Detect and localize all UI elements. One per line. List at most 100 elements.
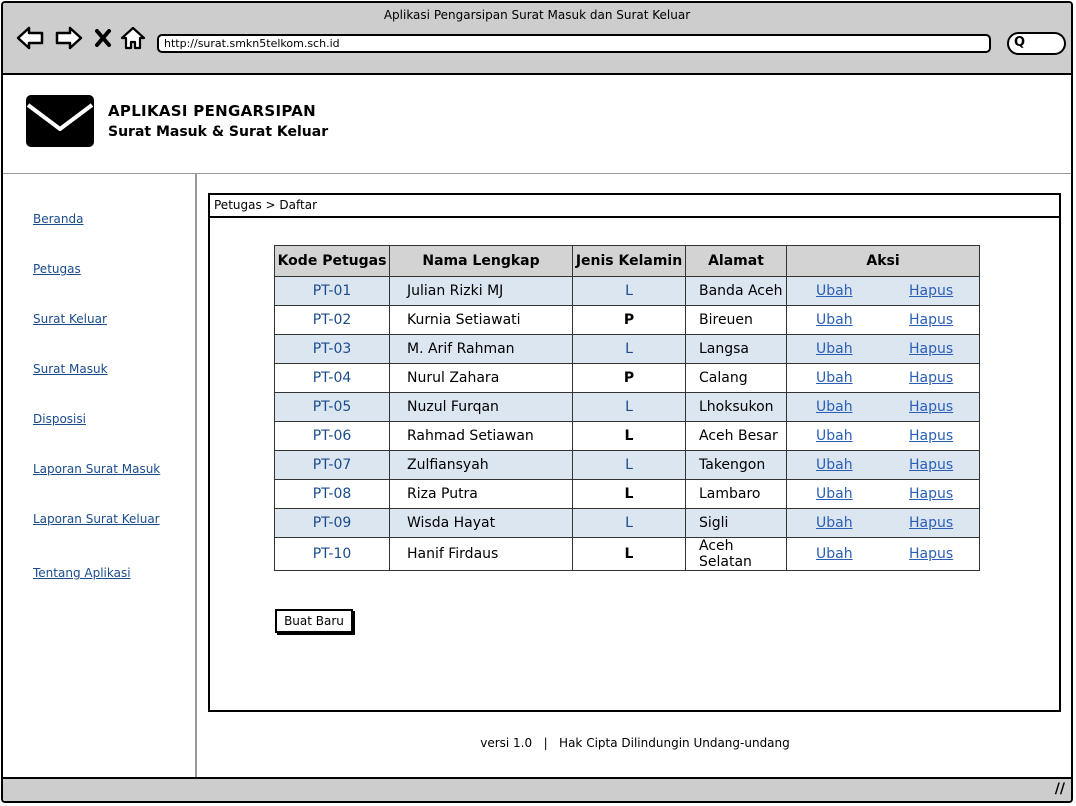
resize-grip-icon[interactable]: // — [1055, 781, 1065, 797]
home-icon[interactable] — [120, 25, 146, 51]
table-row: PT-05 Nuzul Furqan L Lhoksukon Ubah Hapus — [274, 392, 980, 422]
cell-aksi: Ubah Hapus — [786, 537, 980, 571]
cell-jenis-kelamin: L — [572, 508, 686, 538]
cell-alamat: Bireuen — [685, 305, 787, 335]
cell-jenis-kelamin: L — [572, 392, 686, 422]
cell-jenis-kelamin: L — [572, 421, 686, 451]
table-row: PT-10 Hanif Firdaus L Aceh Selatan Ubah Hapus — [274, 537, 980, 571]
sidebar-item-laporan-surat-keluar[interactable]: Laporan Surat Keluar — [33, 512, 160, 526]
ubah-link[interactable]: Ubah — [816, 370, 853, 386]
ubah-link[interactable]: Ubah — [816, 457, 853, 473]
cell-kode: PT-01 — [274, 276, 390, 306]
column-header-alamat: Alamat — [685, 245, 787, 277]
ubah-link[interactable]: Ubah — [816, 546, 853, 562]
hapus-link[interactable]: Hapus — [909, 515, 953, 531]
column-header-nama: Nama Lengkap — [389, 245, 573, 277]
hapus-link[interactable]: Hapus — [909, 370, 953, 386]
cell-jenis-kelamin: L — [572, 479, 686, 509]
cell-kode: PT-05 — [274, 392, 390, 422]
ubah-link[interactable]: Ubah — [816, 312, 853, 328]
cell-nama: M. Arif Rahman — [389, 334, 573, 364]
cell-alamat: Lambaro — [685, 479, 787, 509]
cell-kode: PT-08 — [274, 479, 390, 509]
cell-nama: Rahmad Setiawan — [389, 421, 573, 451]
close-x-icon[interactable] — [93, 25, 113, 51]
hapus-link[interactable]: Hapus — [909, 546, 953, 562]
cell-alamat: Banda Aceh — [685, 276, 787, 306]
cell-jenis-kelamin: L — [572, 450, 686, 480]
cell-aksi: Ubah Hapus — [786, 450, 980, 480]
cell-aksi: Ubah Hapus — [786, 334, 980, 364]
footer-text: versi 1.0 | Hak Cipta Dilindungin Undang… — [480, 736, 790, 750]
cell-alamat: Lhoksukon — [685, 392, 787, 422]
cell-nama: Nurul Zahara — [389, 363, 573, 393]
cell-aksi: Ubah Hapus — [786, 363, 980, 393]
window-title: Aplikasi Pengarsipan Surat Masuk dan Sur… — [383, 8, 691, 22]
ubah-link[interactable]: Ubah — [816, 399, 853, 415]
sidebar-item-surat-masuk[interactable]: Surat Masuk — [33, 362, 108, 376]
cell-jenis-kelamin: L — [572, 334, 686, 364]
cell-alamat: Aceh Besar — [685, 421, 787, 451]
hapus-link[interactable]: Hapus — [909, 486, 953, 502]
cell-nama: Wisda Hayat — [389, 508, 573, 538]
cell-aksi: Ubah Hapus — [786, 479, 980, 509]
cell-jenis-kelamin: L — [572, 537, 686, 571]
browser-toolbar: Aplikasi Pengarsipan Surat Masuk dan Sur… — [3, 3, 1071, 75]
petugas-table: Kode Petugas Nama Lengkap Jenis Kelamin … — [274, 245, 980, 571]
cell-nama: Julian Rizki MJ — [389, 276, 573, 306]
cell-nama: Riza Putra — [389, 479, 573, 509]
sidebar: Beranda Petugas Surat Keluar Surat Masuk… — [3, 173, 197, 780]
table-row: PT-04 Nurul Zahara P Calang Ubah Hapus — [274, 363, 980, 393]
browser-window: Aplikasi Pengarsipan Surat Masuk dan Sur… — [1, 1, 1073, 803]
envelope-icon — [26, 95, 94, 147]
table-row: PT-09 Wisda Hayat L Sigli Ubah Hapus — [274, 508, 980, 538]
cell-aksi: Ubah Hapus — [786, 421, 980, 451]
cell-jenis-kelamin: P — [572, 305, 686, 335]
cell-alamat: Calang — [685, 363, 787, 393]
hapus-link[interactable]: Hapus — [909, 341, 953, 357]
cell-kode: PT-02 — [274, 305, 390, 335]
hapus-link[interactable]: Hapus — [909, 399, 953, 415]
cell-nama: Kurnia Setiawati — [389, 305, 573, 335]
breadcrumb: Petugas > Daftar — [210, 195, 1059, 218]
ubah-link[interactable]: Ubah — [816, 341, 853, 357]
ubah-link[interactable]: Ubah — [816, 486, 853, 502]
forward-arrow-icon[interactable] — [55, 25, 83, 51]
column-header-jenis-kelamin: Jenis Kelamin — [572, 245, 686, 277]
hapus-link[interactable]: Hapus — [909, 457, 953, 473]
sidebar-item-tentang-aplikasi[interactable]: Tentang Aplikasi — [33, 566, 131, 580]
ubah-link[interactable]: Ubah — [816, 428, 853, 444]
cell-alamat: Sigli — [685, 508, 787, 538]
app-title: APLIKASI PENGARSIPAN — [108, 102, 317, 120]
cell-alamat: Takengon — [685, 450, 787, 480]
table-row: PT-01 Julian Rizki MJ L Banda Aceh Ubah Hapus — [274, 276, 980, 306]
cell-jenis-kelamin: P — [572, 363, 686, 393]
search-input[interactable]: Q — [1007, 32, 1066, 55]
column-header-kode: Kode Petugas — [274, 245, 390, 277]
search-icon: Q — [1014, 35, 1026, 50]
cell-aksi: Ubah Hapus — [786, 305, 980, 335]
ubah-link[interactable]: Ubah — [816, 515, 853, 531]
hapus-link[interactable]: Hapus — [909, 428, 953, 444]
cell-aksi: Ubah Hapus — [786, 276, 980, 306]
cell-kode: PT-03 — [274, 334, 390, 364]
table-row: PT-02 Kurnia Setiawati P Bireuen Ubah Hapus — [274, 305, 980, 335]
sidebar-item-beranda[interactable]: Beranda — [33, 212, 83, 226]
table-row: PT-06 Rahmad Setiawan L Aceh Besar Ubah Hapus — [274, 421, 980, 451]
cell-nama: Hanif Firdaus — [389, 537, 573, 571]
sidebar-item-petugas[interactable]: Petugas — [33, 262, 81, 276]
hapus-link[interactable]: Hapus — [909, 312, 953, 328]
url-input[interactable]: http://surat.smkn5telkom.sch.id — [157, 34, 991, 53]
back-arrow-icon[interactable] — [16, 25, 44, 51]
ubah-link[interactable]: Ubah — [816, 283, 853, 299]
hapus-link[interactable]: Hapus — [909, 283, 953, 299]
sidebar-item-surat-keluar[interactable]: Surat Keluar — [33, 312, 107, 326]
buat-baru-button[interactable]: Buat Baru — [275, 609, 353, 633]
sidebar-item-disposisi[interactable]: Disposisi — [33, 412, 86, 426]
cell-kode: PT-10 — [274, 537, 390, 571]
content-panel: Petugas > Daftar Kode Petugas Nama Lengk… — [208, 193, 1061, 712]
app-header: APLIKASI PENGARSIPAN Surat Masuk & Surat… — [3, 75, 1071, 174]
sidebar-item-laporan-surat-masuk[interactable]: Laporan Surat Masuk — [33, 462, 160, 476]
table-header-row: Kode Petugas Nama Lengkap Jenis Kelamin … — [274, 245, 980, 277]
cell-kode: PT-06 — [274, 421, 390, 451]
